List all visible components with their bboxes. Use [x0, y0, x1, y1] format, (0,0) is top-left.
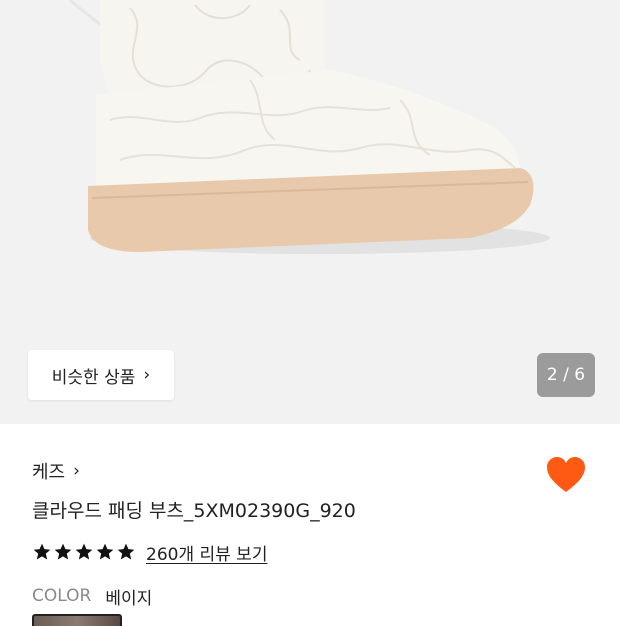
color-swatch-thumbnail[interactable] [32, 614, 122, 626]
color-label: COLOR [32, 586, 92, 606]
color-value: 베이지 [105, 588, 153, 609]
star-icon [117, 543, 135, 560]
brand-name: 케즈 [32, 462, 66, 483]
reviews-link[interactable]: 260개 리뷰 보기 [146, 540, 267, 565]
similar-products-button[interactable]: 비슷한 상품 › [28, 350, 174, 400]
pager-text: 2 / 6 [546, 365, 586, 385]
chevron-right-icon: › [73, 461, 80, 481]
rating-row: 260개 리뷰 보기 [32, 539, 267, 565]
star-icon [75, 543, 93, 560]
brand-link[interactable]: 케즈 › [32, 458, 80, 484]
color-row: COLOR 베이지 [32, 584, 153, 609]
heart-icon[interactable] [546, 456, 586, 494]
product-image-gallery[interactable]: 비슷한 상품 › 2 / 6 [0, 0, 620, 424]
star-icon [33, 543, 51, 560]
rating-stars [32, 542, 136, 562]
star-icon [96, 543, 114, 560]
chevron-right-icon: › [143, 365, 151, 385]
star-icon [54, 543, 72, 560]
image-pager-indicator: 2 / 6 [537, 353, 595, 397]
similar-products-label: 비슷한 상품 [51, 367, 136, 388]
product-title: 클라우드 패딩 부츠_5XM02390G_920 [32, 500, 356, 522]
